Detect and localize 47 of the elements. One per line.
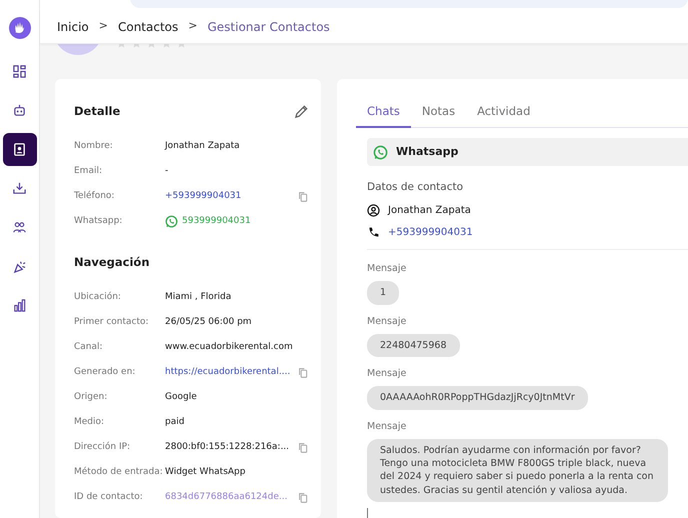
message-label: Mensaje — [367, 367, 408, 382]
field-value: 26/05/25 06:00 pm — [165, 316, 252, 330]
breadcrumb-separator: > — [98, 18, 108, 34]
field-label: Whatsapp: — [74, 215, 124, 228]
field-value: Widget WhatsApp — [165, 466, 246, 480]
field-value: Google — [165, 391, 197, 404]
field-label: Primer contacto: — [74, 316, 150, 330]
field-label: Canal: — [74, 341, 104, 354]
breadcrumb-current: Gestionar Contactos — [207, 18, 330, 36]
field-value: paid — [165, 416, 184, 430]
breadcrumb-link[interactable]: Inicio — [57, 18, 89, 36]
field-label: Método de entrada: — [74, 466, 164, 480]
field-value: 2800:bf0:155:1228:216a:... — [165, 441, 290, 454]
field-link[interactable]: 6834d6776886aa6124de... — [165, 491, 288, 505]
message-label: Mensaje — [367, 262, 408, 276]
field-label: Medio: — [74, 416, 106, 430]
field-label: Dirección IP: — [74, 441, 132, 454]
field-label: Nombre: — [74, 140, 114, 153]
tab[interactable]: Actividad — [466, 97, 542, 128]
field-label: Ubicación: — [74, 291, 122, 304]
breadcrumb-separator: > — [188, 18, 198, 34]
message-label: Mensaje — [367, 420, 408, 434]
field-link[interactable]: +593999904031 — [165, 190, 242, 204]
message-bubble: 0AAAAAohR0RPoppTHGdazJjRcy0JtnMtVr — [367, 386, 588, 410]
field-label: Teléfono: — [74, 190, 116, 203]
field-value: www.ecuadorbikerental.com — [165, 341, 293, 354]
field-link[interactable]: https://ecuadorbikerental.... — [165, 366, 290, 380]
message-bubble: 22480475968 — [367, 334, 460, 358]
field-label: Generado en: — [74, 366, 136, 380]
field-label: ID de contacto: — [74, 491, 144, 504]
message-bubble: Saludos. Podrían ayudarme con información por favor? Tengo una motocicleta BMW F800GS triple black, nueva del 2024 y requiero saber si puedo ponerla a la renta con ustedes. Gracias su gentil atención y valiosa ayuda. — [367, 438, 668, 502]
section-title: Datos de contacto — [367, 180, 464, 196]
field-label: Origen: — [74, 391, 108, 404]
breadcrumb-link[interactable]: Contactos — [118, 18, 178, 36]
tab[interactable]: Chats — [356, 97, 411, 128]
message-bubble: 1 — [367, 281, 400, 305]
channel-name: Whatsapp — [396, 144, 458, 160]
message-label: Mensaje — [367, 314, 408, 329]
field-value: Jonathan Zapata — [165, 140, 240, 153]
section-title: Detalle — [74, 103, 120, 120]
phone-link[interactable]: +593999904031 — [388, 225, 473, 240]
contact-name: Jonathan Zapata — [388, 204, 471, 218]
field-value: - — [165, 165, 168, 178]
field-value: Miami , Florida — [165, 291, 232, 304]
field-label: Email: — [74, 165, 104, 178]
tab[interactable]: Notas — [410, 97, 466, 128]
section-title: Navegación — [74, 254, 150, 272]
